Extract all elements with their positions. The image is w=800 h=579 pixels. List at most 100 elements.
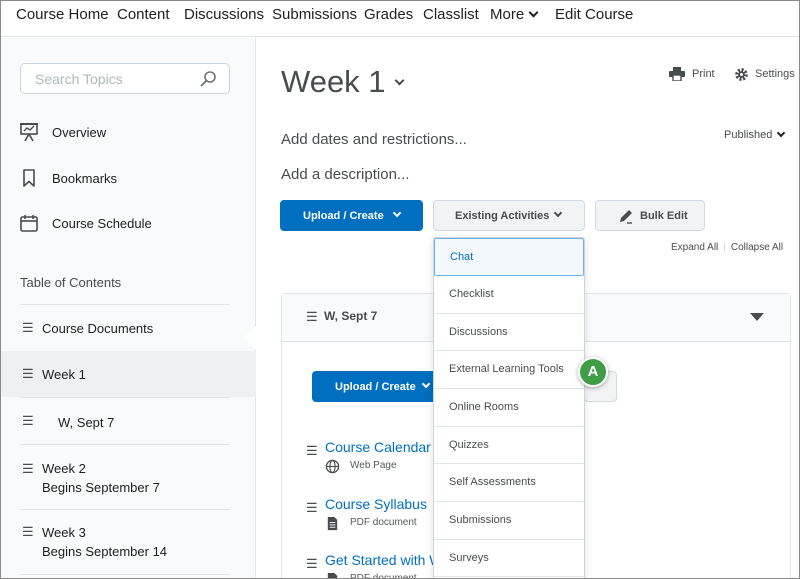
chevron-down-icon[interactable] bbox=[394, 75, 405, 86]
topic-type: PDF document bbox=[350, 517, 417, 528]
separator: | bbox=[723, 242, 726, 253]
collapse-toggle-icon[interactable] bbox=[750, 313, 764, 321]
existing-activities-menu: Chat Checklist Discussions External Lear… bbox=[433, 237, 585, 578]
menu-item-label: Online Rooms bbox=[449, 401, 519, 413]
nav-submissions[interactable]: Submissions bbox=[272, 6, 357, 23]
drag-handle-icon[interactable]: ☰ bbox=[306, 443, 318, 459]
chevron-down-icon bbox=[528, 7, 539, 18]
menu-item-label: Quizzes bbox=[449, 438, 489, 451]
nav-classlist[interactable]: Classlist bbox=[423, 6, 479, 23]
document-icon bbox=[327, 572, 338, 578]
nav-edit-course[interactable]: Edit Course bbox=[555, 6, 633, 23]
menu-item-discussions[interactable]: Discussions bbox=[434, 314, 584, 352]
menu-item-self-assessments[interactable]: Self Assessments bbox=[434, 464, 584, 502]
drag-handle-icon[interactable]: ☰ bbox=[22, 320, 34, 336]
active-item-pointer bbox=[244, 326, 256, 350]
module-upload-create-button[interactable]: Upload / Create bbox=[312, 371, 452, 402]
document-icon bbox=[327, 516, 338, 531]
menu-item-label: Discussions bbox=[449, 325, 508, 338]
drag-handle-icon[interactable]: ☰ bbox=[22, 413, 34, 429]
menu-item-checklist[interactable]: Checklist bbox=[434, 276, 584, 314]
print-label: Print bbox=[692, 68, 715, 80]
topic-title[interactable]: Course Syllabus bbox=[325, 496, 427, 512]
expand-collapse-controls: Expand All | Collapse All bbox=[671, 242, 783, 253]
bulk-edit-button[interactable]: Bulk Edit bbox=[595, 200, 705, 231]
toc-item-subtitle: Begins September 14 bbox=[42, 544, 168, 559]
existing-activities-label: Existing Activities bbox=[455, 210, 550, 222]
menu-item-online-rooms[interactable]: Online Rooms bbox=[434, 389, 584, 427]
nav-more[interactable]: More bbox=[490, 6, 539, 23]
nav-course-home[interactable]: Course Home bbox=[16, 6, 109, 23]
sidebar-item-label: Course Schedule bbox=[52, 216, 152, 231]
drag-handle-icon[interactable]: ☰ bbox=[22, 524, 34, 540]
topic-title[interactable]: Get Started with W bbox=[325, 552, 442, 568]
sidebar-item-label: Overview bbox=[52, 125, 107, 140]
settings-label: Settings bbox=[755, 68, 795, 80]
menu-item-surveys[interactable]: Surveys bbox=[434, 540, 584, 578]
drag-handle-icon[interactable]: ☰ bbox=[306, 556, 318, 572]
chevron-down-icon bbox=[777, 128, 786, 138]
toc-item-week-1[interactable]: ☰ Week 1 bbox=[1, 351, 256, 397]
menu-item-quizzes[interactable]: Quizzes bbox=[434, 427, 584, 465]
toc-item-week-2[interactable]: ☰ Week 2 Begins September 7 bbox=[1, 445, 256, 509]
bulk-edit-label: Bulk Edit bbox=[640, 210, 688, 222]
chevron-down-icon bbox=[421, 379, 431, 389]
toc-item-label: Week 2 bbox=[42, 461, 86, 476]
nav-more-label: More bbox=[490, 6, 525, 23]
drag-handle-icon[interactable]: ☰ bbox=[306, 309, 318, 325]
search-icon[interactable] bbox=[199, 70, 217, 88]
nav-discussions[interactable]: Discussions bbox=[184, 6, 264, 23]
menu-item-label: Self Assessments bbox=[449, 476, 536, 488]
collapse-all-link[interactable]: Collapse All bbox=[731, 242, 783, 253]
table-of-contents-heading: Table of Contents bbox=[20, 275, 122, 290]
module-title: W, Sept 7 bbox=[324, 309, 378, 323]
menu-item-chat[interactable]: Chat bbox=[434, 238, 584, 276]
toc-item-label: Week 1 bbox=[42, 367, 86, 382]
add-dates-link[interactable]: Add dates and restrictions... bbox=[281, 131, 467, 148]
upload-create-label: Upload / Create bbox=[303, 210, 384, 222]
calendar-icon bbox=[20, 215, 38, 232]
published-label: Published bbox=[724, 129, 773, 141]
menu-item-label: Surveys bbox=[449, 551, 489, 564]
menu-item-label: Chat bbox=[450, 251, 474, 263]
add-description-link[interactable]: Add a description... bbox=[281, 166, 409, 183]
topic-type: PDF document bbox=[350, 573, 417, 579]
nav-grades[interactable]: Grades bbox=[364, 6, 413, 23]
search-topics-input[interactable]: Search Topics bbox=[20, 63, 230, 94]
published-dropdown[interactable]: Published bbox=[724, 128, 786, 141]
toc-item-w-sept-7[interactable]: ☰ W, Sept 7 bbox=[1, 398, 256, 445]
divider bbox=[20, 574, 230, 575]
pencil-icon bbox=[620, 210, 632, 224]
globe-icon bbox=[325, 459, 340, 474]
topic-type: Web Page bbox=[350, 460, 397, 471]
topic-title[interactable]: Course Calendar bbox=[325, 439, 431, 455]
menu-item-label: Submissions bbox=[449, 514, 512, 526]
toc-item-subtitle: Begins September 7 bbox=[42, 480, 160, 495]
toc-item-label: Course Documents bbox=[42, 321, 154, 336]
drag-handle-icon[interactable]: ☰ bbox=[22, 461, 34, 477]
presentation-icon bbox=[20, 123, 38, 142]
menu-item-external-learning-tools[interactable]: External Learning Tools bbox=[434, 351, 584, 389]
callout-badge: A bbox=[578, 357, 608, 387]
content-sidebar: Search Topics Overview Bookmarks Course … bbox=[1, 38, 256, 578]
chevron-down-icon bbox=[553, 208, 563, 218]
toc-item-week-3[interactable]: ☰ Week 3 Begins September 14 bbox=[1, 510, 256, 574]
drag-handle-icon[interactable]: ☰ bbox=[22, 366, 34, 382]
existing-activities-button[interactable]: Existing Activities bbox=[433, 200, 585, 231]
nav-content[interactable]: Content bbox=[117, 6, 170, 23]
drag-handle-icon[interactable]: ☰ bbox=[306, 500, 318, 516]
upload-create-button[interactable]: Upload / Create bbox=[280, 200, 423, 231]
menu-item-label: Checklist bbox=[449, 288, 494, 300]
expand-all-link[interactable]: Expand All bbox=[671, 242, 718, 253]
app-frame: Course Home Content Discussions Submissi… bbox=[0, 0, 800, 579]
search-placeholder: Search Topics bbox=[35, 71, 123, 87]
chevron-down-icon bbox=[392, 208, 402, 218]
toc-item-label: Week 3 bbox=[42, 525, 86, 540]
upload-create-label: Upload / Create bbox=[335, 381, 416, 393]
course-navbar: Course Home Content Discussions Submissi… bbox=[1, 1, 799, 37]
menu-item-label: External Learning Tools bbox=[449, 363, 564, 375]
page-title[interactable]: Week 1 bbox=[281, 64, 386, 100]
gear-icon bbox=[735, 68, 748, 81]
menu-item-submissions[interactable]: Submissions bbox=[434, 502, 584, 540]
toc-item-course-documents[interactable]: ☰ Course Documents bbox=[1, 305, 256, 351]
